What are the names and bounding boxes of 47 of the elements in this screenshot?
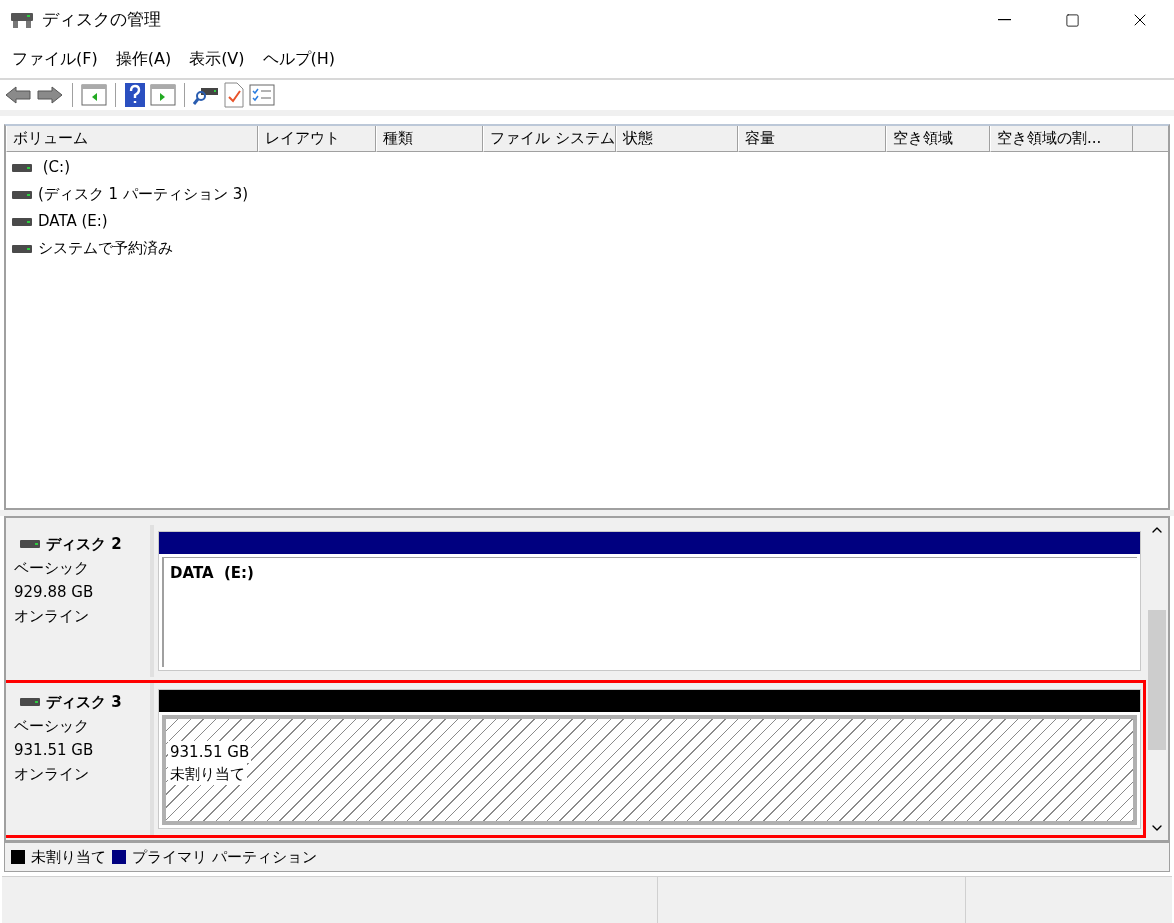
- column-header[interactable]: 容量: [738, 126, 886, 152]
- pane-left-icon[interactable]: [81, 84, 107, 106]
- legend-label: 未割り当て: [31, 846, 106, 868]
- partition-label: DATA (E:): [170, 563, 254, 584]
- column-header[interactable]: ファイル システム: [483, 126, 616, 152]
- drive-icon: [12, 163, 32, 172]
- disk-type: ベーシック: [14, 715, 90, 737]
- pane-right-icon[interactable]: [150, 84, 176, 106]
- disk-name: ディスク 2: [46, 534, 122, 555]
- menu-item[interactable]: ヘルプ(H): [254, 43, 344, 75]
- maximize-icon: [1064, 12, 1080, 28]
- partition-block[interactable]: DATA (E:): [158, 531, 1141, 671]
- volume-name[interactable]: (ディスク 1 パーティション 3): [38, 183, 249, 206]
- disk-size: 931.51 GB: [14, 739, 95, 761]
- partition-text: 未割り当て: [168, 763, 247, 785]
- window-title: ディスクの管理: [42, 8, 161, 32]
- column-header[interactable]: 空き領域の割...: [990, 126, 1133, 152]
- minimize-icon: [997, 19, 1011, 21]
- disk-status: オンライン: [14, 763, 90, 785]
- disk-name: ディスク 3: [46, 692, 122, 713]
- drive-icon: [12, 190, 32, 199]
- partition-block[interactable]: 931.51 GB 未割り当て: [158, 689, 1141, 829]
- volume-name[interactable]: DATA (E:): [38, 210, 108, 233]
- column-header[interactable]: 種類: [376, 126, 483, 152]
- legend-label: プライマリ パーティション: [132, 846, 317, 868]
- disk-type: ベーシック: [14, 557, 90, 579]
- menu-item[interactable]: 表示(V): [181, 43, 253, 75]
- column-header[interactable]: レイアウト: [258, 126, 376, 152]
- menu-item[interactable]: 操作(A): [107, 43, 180, 75]
- column-header[interactable]: ボリューム: [6, 126, 258, 152]
- checklist-icon[interactable]: [249, 84, 275, 106]
- forward-arrow-icon[interactable]: [36, 85, 64, 105]
- column-header[interactable]: 状態: [616, 126, 738, 152]
- scrollbar-thumb[interactable]: [1148, 610, 1166, 750]
- drive-icon: [12, 244, 32, 253]
- disk-size: 929.88 GB: [14, 581, 95, 603]
- help-icon[interactable]: [124, 82, 146, 108]
- checked-document-icon[interactable]: [223, 82, 245, 108]
- volume-name[interactable]: (C:): [38, 156, 70, 179]
- disk-management-icon: [10, 10, 34, 30]
- drive-icon: [12, 217, 32, 226]
- back-arrow-icon[interactable]: [4, 85, 32, 105]
- menu-item[interactable]: ファイル(F): [4, 43, 106, 75]
- partition-text: 931.51 GB: [168, 741, 252, 763]
- volume-name[interactable]: システムで予約済み: [38, 237, 173, 260]
- column-header[interactable]: 空き領域: [886, 126, 990, 152]
- disk-status: オンライン: [14, 605, 90, 627]
